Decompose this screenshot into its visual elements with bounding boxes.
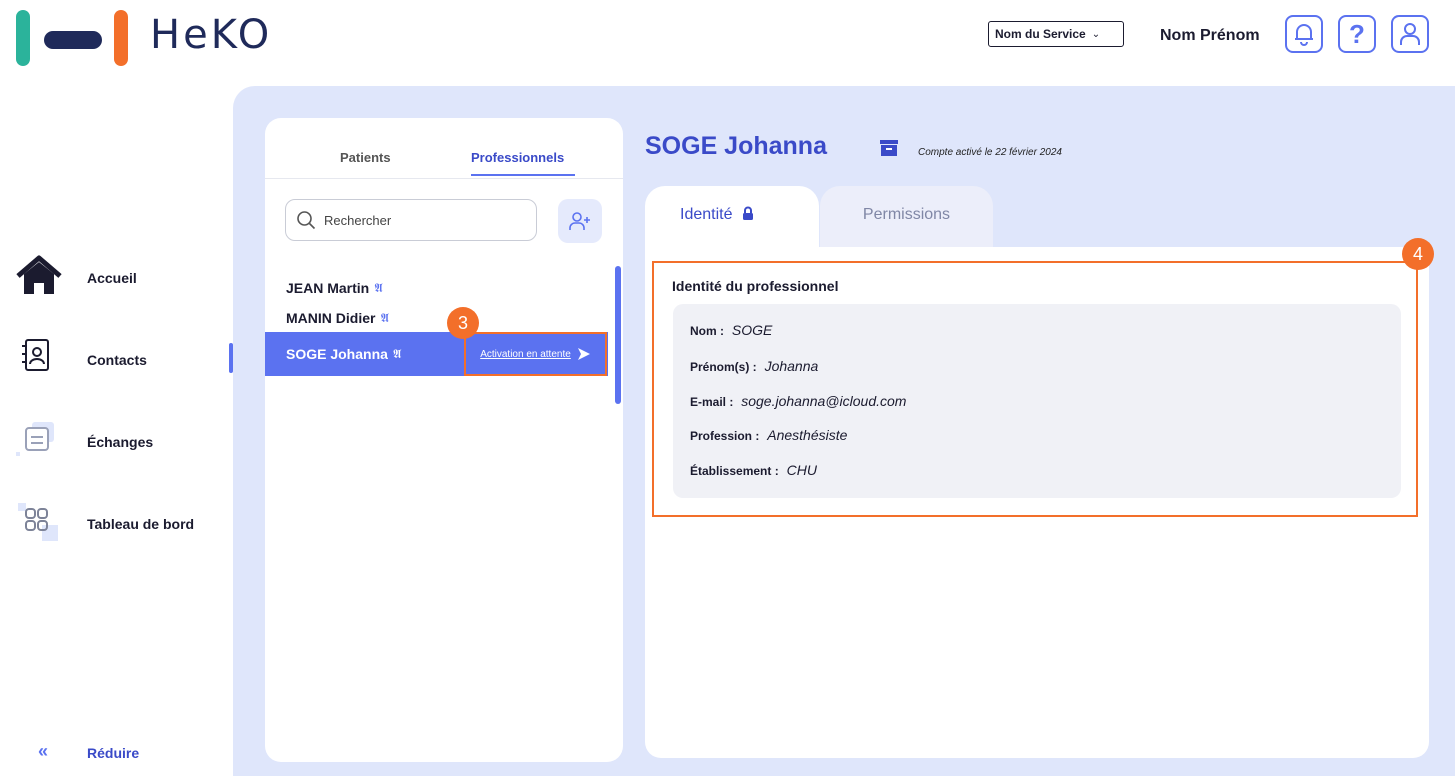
field-email: E-mail : soge.johanna@icloud.com — [690, 393, 906, 409]
contacts-panel: Patients Professionnels JEAN Martin 𝕬 MA… — [265, 118, 623, 762]
double-chevron-left-icon: « — [38, 741, 49, 761]
activation-status-text: Activation en attente — [480, 348, 571, 360]
user-name: Nom Prénom — [1160, 27, 1260, 44]
field-value: CHU — [786, 462, 817, 478]
field-value: soge.johanna@icloud.com — [741, 393, 907, 409]
field-label: Profession : — [690, 429, 760, 443]
lock-icon — [743, 206, 754, 220]
user-icon — [1400, 23, 1420, 45]
stethoscope-icon: 𝕬 — [380, 310, 389, 325]
dashboard-icon — [18, 503, 58, 541]
sidebar-item-label: Contacts — [87, 352, 147, 368]
contact-name: SOGE Johanna — [286, 346, 388, 362]
profile-button[interactable] — [1391, 15, 1429, 53]
heko-logo: HeKO — [16, 6, 296, 66]
chevron-down-icon: ⌄ — [1091, 28, 1101, 40]
tab-identite[interactable]: Identité — [645, 186, 819, 248]
identity-section-title: Identité du professionnel — [672, 278, 839, 294]
tab-label: Permissions — [862, 206, 951, 223]
bell-icon — [1295, 24, 1313, 46]
tab-label: Identité — [680, 206, 733, 223]
field-value: Anesthésiste — [767, 427, 848, 443]
sidebar-item-label: Accueil — [87, 270, 137, 286]
stethoscope-icon: 𝕬 — [392, 346, 402, 361]
activation-pending-link[interactable]: Activation en attente — [464, 332, 607, 376]
logo-wordmark: HeKO — [150, 12, 273, 58]
logo-bar-teal — [16, 10, 30, 66]
list-scrollbar[interactable] — [615, 266, 621, 404]
field-profession: Profession : Anesthésiste — [690, 427, 847, 443]
logo-bar-navy — [44, 31, 102, 49]
search-input[interactable] — [324, 212, 514, 228]
reduce-label: Réduire — [87, 745, 140, 761]
field-label: Nom : — [690, 324, 724, 338]
add-user-icon — [569, 212, 590, 230]
field-label: Établissement : — [690, 464, 779, 478]
field-value: SOGE — [731, 322, 773, 338]
archive-icon[interactable] — [879, 139, 899, 157]
field-value: Johanna — [764, 358, 819, 374]
step-badge-3: 3 — [447, 307, 479, 339]
step-badge-4: 4 — [1402, 238, 1434, 270]
field-nom: Nom : SOGE — [690, 322, 772, 338]
question-icon: ? — [1349, 18, 1365, 49]
contact-name: MANIN Didier — [286, 310, 376, 326]
activation-date-note: Compte activé le 22 février 2024 — [918, 147, 1062, 158]
field-etablissement: Établissement : CHU — [690, 462, 817, 478]
exchanges-icon — [16, 422, 54, 456]
stethoscope-icon: 𝕬 — [374, 280, 383, 295]
contact-name: JEAN Martin — [286, 280, 370, 296]
help-button[interactable]: ? — [1338, 15, 1376, 53]
logo-bar-orange — [114, 10, 128, 66]
sidebar-item-label: Tableau de bord — [87, 516, 195, 532]
field-label: Prénom(s) : — [690, 360, 757, 374]
notifications-button[interactable] — [1285, 15, 1323, 53]
active-tab-underline — [471, 174, 575, 176]
home-icon — [16, 255, 62, 294]
tab-divider — [265, 178, 623, 179]
sidebar-item-label: Échanges — [87, 434, 154, 450]
tab-permissions[interactable]: Permissions — [820, 186, 993, 248]
service-select[interactable]: Nom du Service ⌄ — [988, 21, 1124, 47]
search-icon — [297, 211, 316, 230]
contacts-icon — [22, 339, 49, 371]
send-arrow-icon — [577, 348, 590, 360]
contact-detail-title: SOGE Johanna — [645, 132, 827, 160]
search-field[interactable] — [285, 199, 537, 241]
add-user-button[interactable] — [558, 199, 602, 243]
tab-professionnels[interactable]: Professionnels — [471, 150, 564, 165]
field-prenom: Prénom(s) : Johanna — [690, 358, 818, 374]
field-label: E-mail : — [690, 395, 734, 409]
service-select-value: Nom du Service — [995, 27, 1086, 41]
tab-patients[interactable]: Patients — [340, 150, 391, 165]
contact-item-manin-didier[interactable]: MANIN Didier 𝕬 — [265, 301, 608, 335]
